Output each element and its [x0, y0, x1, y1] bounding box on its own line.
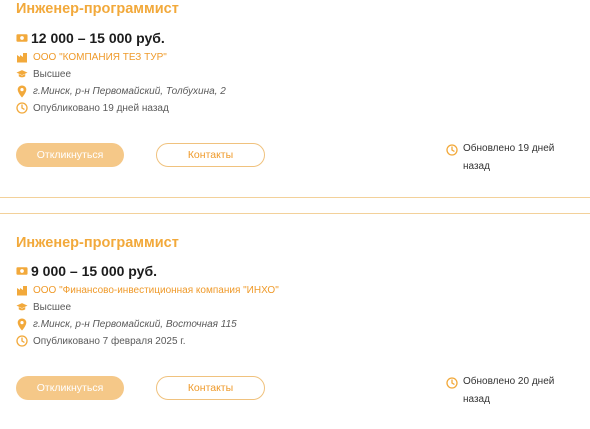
- respond-button[interactable]: Откликнуться: [16, 376, 124, 400]
- clock-icon: [16, 102, 28, 114]
- building-icon: [16, 284, 28, 296]
- company-link[interactable]: ООО "КОМПАНИЯ ТЕЗ ТУР": [33, 52, 167, 63]
- graduation-cap-icon: [16, 301, 28, 313]
- company-row: ООО "КОМПАНИЯ ТЕЗ ТУР": [16, 50, 167, 64]
- updated-text: Обновлено 19 дней назад: [463, 143, 555, 172]
- updated-text: Обновлено 20 дней назад: [463, 376, 555, 405]
- published-date: Опубликовано 7 февраля 2025 г.: [33, 335, 186, 347]
- vacancy-card: Инженер-программист 9 000 – 15 000 руб. …: [0, 232, 590, 429]
- address-row: г.Минск, р-н Первомайский, Толбухина, 2: [16, 84, 226, 98]
- published-date: Опубликовано 19 дней назад: [33, 102, 169, 114]
- address-row: г.Минск, р-н Первомайский, Восточная 115: [16, 317, 237, 331]
- education: Высшее: [33, 68, 72, 80]
- company-link[interactable]: ООО "Финансово-инвестиционная компания "…: [33, 285, 279, 296]
- education-row: Высшее: [16, 300, 71, 314]
- vacancy-title[interactable]: Инженер-программист: [16, 1, 179, 17]
- address: г.Минск, р-н Первомайский, Восточная 115: [33, 318, 237, 330]
- card-divider: [0, 197, 590, 198]
- contacts-button[interactable]: Контакты: [156, 143, 265, 167]
- vacancy-card: Инженер-программист 12 000 – 15 000 руб.…: [0, 0, 590, 197]
- salary: 12 000 – 15 000 руб.: [31, 30, 165, 46]
- company-row: ООО "Финансово-инвестиционная компания "…: [16, 283, 279, 297]
- salary-row: 12 000 – 15 000 руб.: [16, 29, 165, 47]
- address: г.Минск, р-н Первомайский, Толбухина, 2: [33, 85, 226, 97]
- location-pin-icon: [16, 318, 28, 330]
- published-row: Опубликовано 19 дней назад: [16, 101, 169, 115]
- contacts-button[interactable]: Контакты: [156, 376, 265, 400]
- clock-icon: [446, 377, 458, 389]
- clock-icon: [446, 144, 458, 156]
- money-icon: [16, 265, 28, 277]
- salary-row: 9 000 – 15 000 руб.: [16, 262, 157, 280]
- vacancy-title[interactable]: Инженер-программист: [16, 235, 179, 251]
- location-pin-icon: [16, 85, 28, 97]
- graduation-cap-icon: [16, 68, 28, 80]
- updated-info: Обновлено 20 дней назад: [446, 376, 576, 409]
- education-row: Высшее: [16, 67, 71, 81]
- published-row: Опубликовано 7 февраля 2025 г.: [16, 334, 186, 348]
- salary: 9 000 – 15 000 руб.: [31, 263, 157, 279]
- building-icon: [16, 51, 28, 63]
- respond-button[interactable]: Откликнуться: [16, 143, 124, 167]
- education: Высшее: [33, 301, 72, 313]
- money-icon: [16, 32, 28, 44]
- clock-icon: [16, 335, 28, 347]
- updated-info: Обновлено 19 дней назад: [446, 143, 576, 176]
- card-divider: [0, 213, 590, 214]
